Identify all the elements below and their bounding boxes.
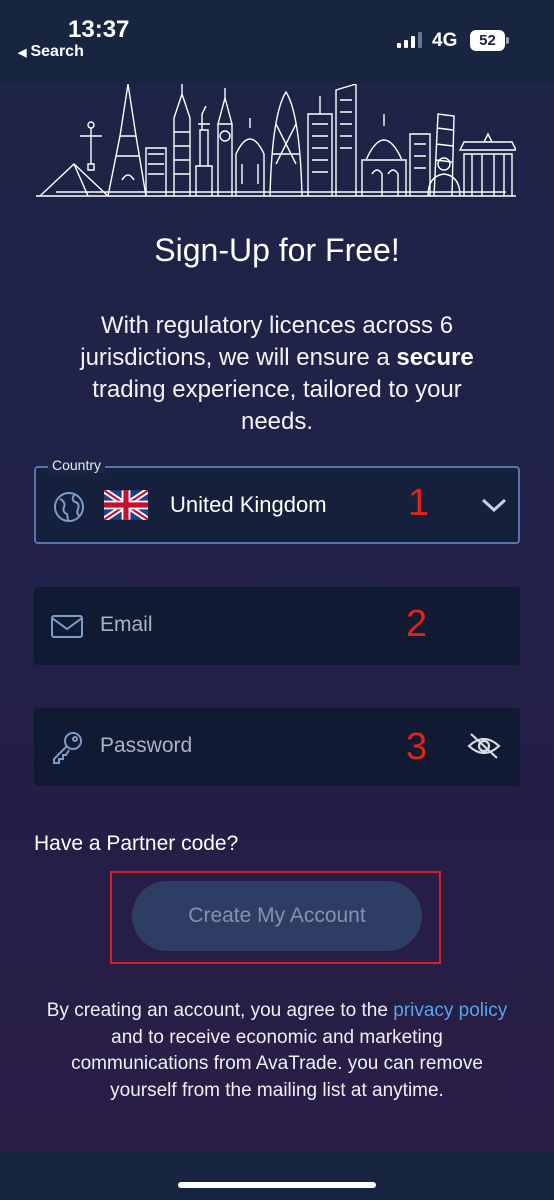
back-label: Search <box>30 43 84 60</box>
chevron-down-icon <box>481 498 507 513</box>
back-arrow-icon: ◀ <box>18 46 27 59</box>
mail-icon <box>51 615 83 638</box>
country-value: United Kingdom <box>170 492 327 517</box>
country-select[interactable]: Country United Kingdom 1 <box>34 457 520 544</box>
password-field[interactable]: 3 <box>34 708 520 786</box>
country-legend: Country <box>48 457 106 473</box>
intro-text-bold: secure <box>396 344 474 371</box>
intro-text: With regulatory licences across 6 jurisd… <box>60 310 494 438</box>
privacy-policy-link[interactable]: privacy policy <box>393 1000 507 1021</box>
back-to-search-button[interactable]: ◀ Search <box>18 43 84 61</box>
battery-icon: 52 <box>470 30 505 51</box>
battery-tip <box>506 37 509 44</box>
legal-text-end: and to receive economic and marketing co… <box>71 1026 483 1101</box>
annotation-marker-3: 3 <box>406 726 428 768</box>
bottom-bar <box>0 1152 554 1200</box>
eye-off-icon[interactable] <box>466 730 502 762</box>
status-bar: 13:37 ◀ Search 4G 52 <box>0 0 554 84</box>
create-account-button[interactable]: Create My Account <box>132 881 422 951</box>
network-type: 4G <box>432 30 458 51</box>
password-input[interactable] <box>100 726 400 766</box>
email-input[interactable] <box>100 605 400 645</box>
globe-icon <box>54 492 84 522</box>
uk-flag <box>104 490 148 520</box>
status-time: 13:37 <box>68 16 130 43</box>
home-indicator[interactable] <box>178 1182 376 1188</box>
annotation-marker-1: 1 <box>408 482 430 524</box>
legal-text: By creating an account, you agree to the… <box>40 998 514 1104</box>
world-landmarks-illustration <box>36 84 516 197</box>
page-title: Sign-Up for Free! <box>154 232 400 268</box>
legal-text-start: By creating an account, you agree to the <box>46 1000 394 1021</box>
email-field[interactable]: 2 <box>34 587 520 665</box>
annotation-marker-2: 2 <box>406 603 428 645</box>
key-icon <box>53 732 82 764</box>
partner-code-link[interactable]: Have a Partner code? <box>34 832 238 856</box>
intro-text-end: trading experience, tailored to your nee… <box>92 376 462 435</box>
signal-icon <box>397 32 422 48</box>
